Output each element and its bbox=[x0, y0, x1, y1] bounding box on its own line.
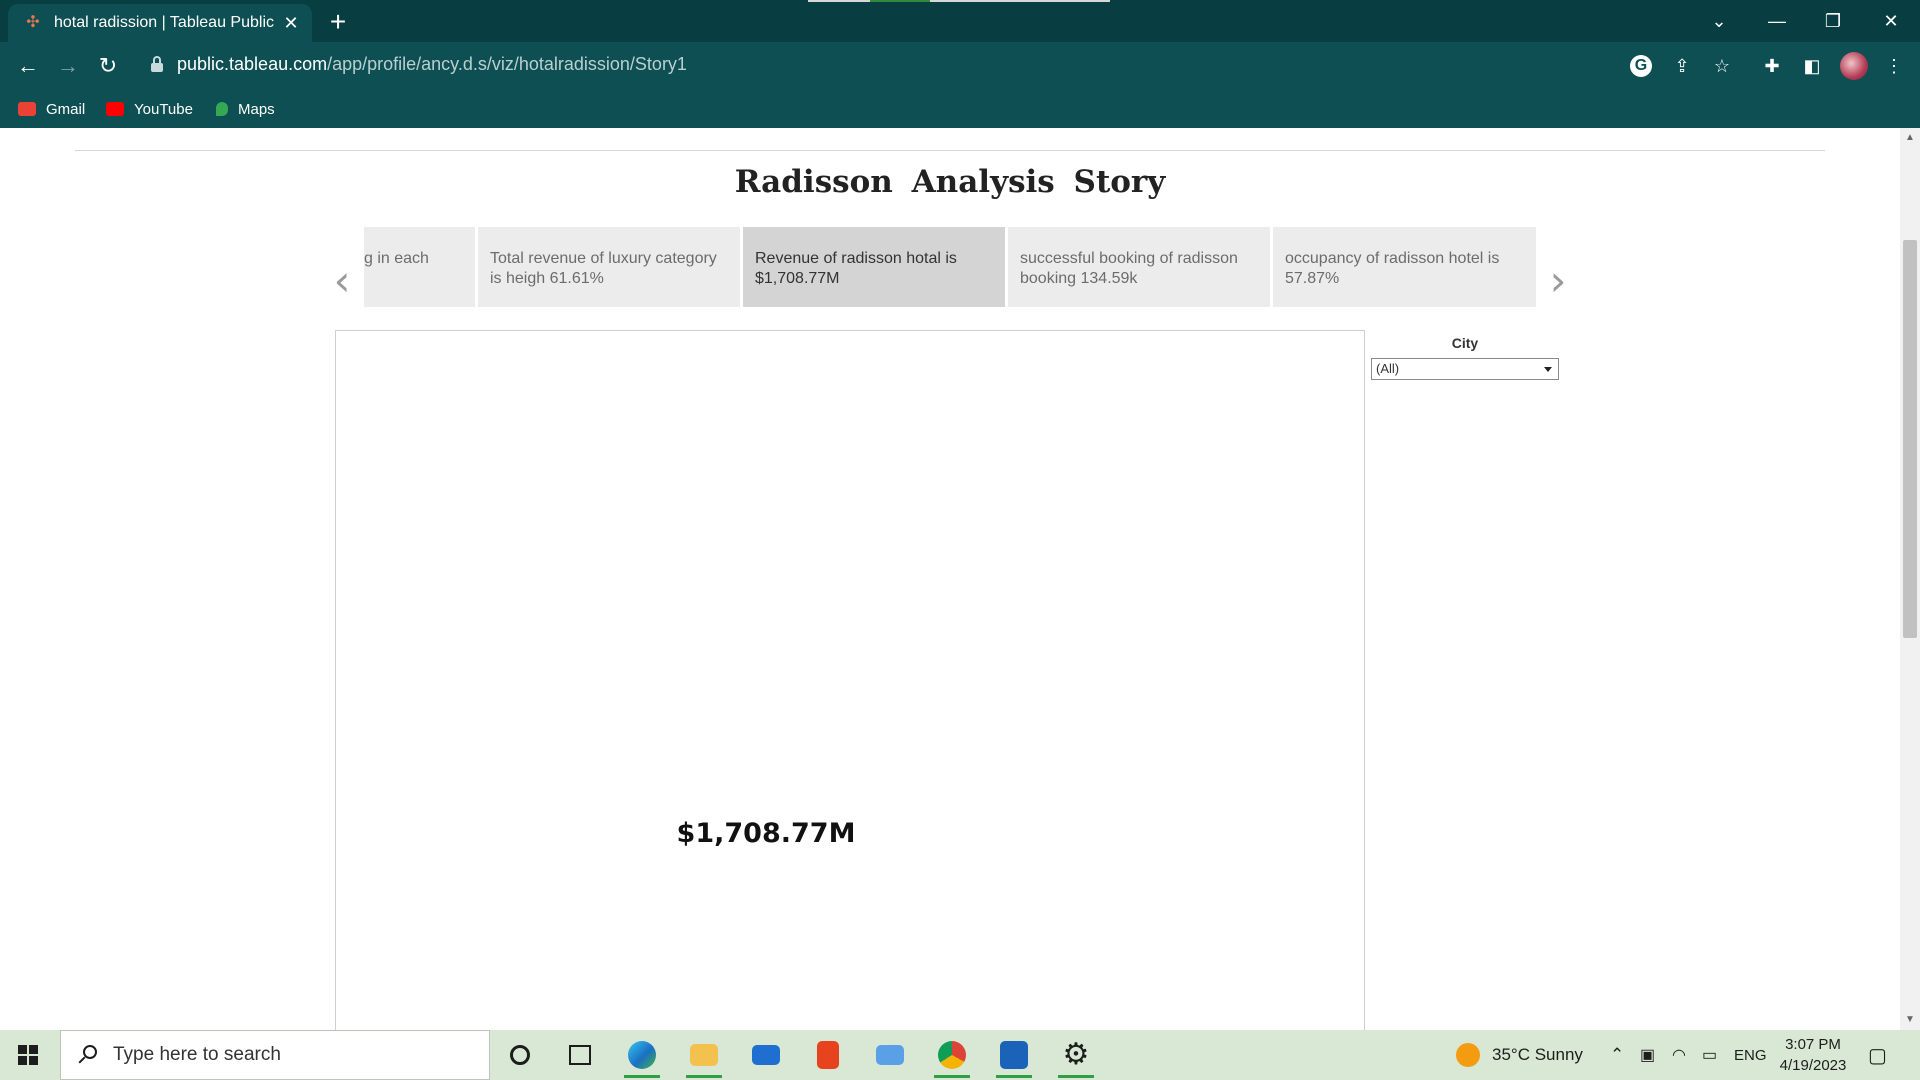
story-point[interactable]: Total revenue of luxury category is heig… bbox=[478, 227, 740, 307]
clock-time: 3:07 PM bbox=[1785, 1036, 1841, 1053]
revenue-kpi-value: $1,708.77M bbox=[676, 818, 856, 849]
profile-avatar[interactable] bbox=[1840, 52, 1868, 80]
close-tab-icon[interactable]: ✕ bbox=[280, 12, 302, 34]
story-point-active[interactable]: Revenue of radisson hotal is $1,708.77M bbox=[743, 227, 1005, 307]
city-filter-dropdown[interactable]: (All) bbox=[1371, 358, 1559, 380]
story-point[interactable]: g in each bbox=[364, 227, 475, 307]
taskbar-search-box[interactable]: Type here to search bbox=[60, 1030, 490, 1080]
story-title: Radisson Analysis Story bbox=[734, 164, 1166, 200]
url-text[interactable]: public.tableau.com/app/profile/ancy.d.s/… bbox=[177, 54, 687, 75]
back-arrow-icon[interactable]: ← bbox=[12, 50, 44, 82]
youtube-icon bbox=[106, 102, 124, 116]
battery-icon[interactable]: ▭ bbox=[1702, 1030, 1717, 1080]
search-icon bbox=[77, 1044, 99, 1066]
settings-gear-icon[interactable]: ⚙ bbox=[1052, 1035, 1100, 1078]
loading-indicator bbox=[808, 0, 1110, 2]
reload-icon[interactable]: ↻ bbox=[92, 50, 124, 82]
bookmarks-bar: Gmail YouTube Maps bbox=[0, 90, 1920, 128]
tab-title: hotal radission | Tableau Public bbox=[54, 14, 274, 31]
photos-icon[interactable] bbox=[990, 1035, 1038, 1078]
tab-search-chevron-icon[interactable]: ⌄ bbox=[1696, 0, 1742, 42]
story-points-navigator: g in each Total revenue of luxury catego… bbox=[364, 227, 1536, 307]
gmail-icon bbox=[18, 102, 36, 116]
maps-icon bbox=[216, 102, 228, 116]
scroll-up-arrow-icon[interactable]: ▲ bbox=[1900, 130, 1920, 146]
viz-frame: $1,708.77M bbox=[335, 330, 1365, 1030]
meet-now-icon[interactable]: ▣ bbox=[1640, 1030, 1655, 1080]
story-next-arrow[interactable]: › bbox=[1538, 243, 1578, 323]
new-tab-button[interactable]: + bbox=[324, 8, 352, 36]
header-divider bbox=[75, 150, 1825, 151]
story-prev-arrow[interactable]: ‹ bbox=[322, 243, 362, 323]
mail-icon[interactable] bbox=[742, 1035, 790, 1075]
search-placeholder: Type here to search bbox=[113, 1044, 281, 1065]
bookmark-label: Gmail bbox=[46, 100, 86, 118]
share-icon[interactable]: ⇪ bbox=[1668, 52, 1696, 80]
google-lens-icon[interactable]: G bbox=[1630, 55, 1652, 77]
browser-tab[interactable]: ✣ hotal radission | Tableau Public ✕ bbox=[8, 4, 312, 42]
wifi-icon[interactable]: ◠ bbox=[1672, 1030, 1686, 1080]
sun-icon bbox=[1456, 1043, 1480, 1067]
laptop-app-icon[interactable] bbox=[866, 1035, 914, 1075]
bookmark-maps[interactable]: Maps bbox=[216, 96, 275, 122]
dropdown-caret-icon bbox=[1544, 367, 1552, 372]
tableau-favicon-icon: ✣ bbox=[26, 14, 40, 31]
windows-taskbar: Type here to search ⚙ 35°C Sunny ⌃ ▣ ◠ ▭… bbox=[0, 1030, 1920, 1080]
bookmark-star-icon[interactable]: ☆ bbox=[1708, 52, 1736, 80]
task-view-icon[interactable] bbox=[556, 1035, 604, 1075]
windows-logo-icon bbox=[18, 1045, 38, 1065]
bookmark-label: YouTube bbox=[134, 100, 193, 118]
restore-button[interactable]: ❐ bbox=[1810, 0, 1856, 42]
city-filter-value: (All) bbox=[1376, 361, 1400, 376]
city-filter-label: City bbox=[1451, 335, 1479, 351]
scrollbar-thumb[interactable] bbox=[1903, 240, 1917, 638]
tray-overflow-chevron-icon[interactable]: ⌃ bbox=[1610, 1030, 1624, 1080]
office-icon[interactable] bbox=[804, 1035, 852, 1075]
system-clock[interactable]: 3:07 PM 4/19/2023 bbox=[1770, 1034, 1856, 1076]
bookmark-label: Maps bbox=[238, 100, 275, 118]
chrome-icon[interactable] bbox=[928, 1035, 976, 1078]
start-button[interactable] bbox=[0, 1030, 56, 1080]
url-path: /app/profile/ancy.d.s/viz/hotalradission… bbox=[327, 54, 687, 74]
clock-date: 4/19/2023 bbox=[1779, 1057, 1847, 1074]
story-point[interactable]: successful booking of radisson booking 1… bbox=[1008, 227, 1270, 307]
edge-icon[interactable] bbox=[618, 1035, 666, 1078]
url-host: public.tableau.com bbox=[177, 54, 328, 74]
language-indicator[interactable]: ENG bbox=[1734, 1030, 1767, 1080]
weather-text: 35°C Sunny bbox=[1492, 1045, 1583, 1064]
minimize-button[interactable]: — bbox=[1754, 0, 1800, 42]
tableau-story-page: Radisson Analysis Story ‹ g in each Tota… bbox=[0, 128, 1920, 1030]
weather-widget[interactable]: 35°C Sunny bbox=[1456, 1030, 1583, 1080]
close-window-button[interactable]: ✕ bbox=[1868, 0, 1914, 42]
chrome-menu-icon[interactable]: ⋮ bbox=[1880, 52, 1908, 80]
extensions-puzzle-icon[interactable]: ✚ bbox=[1758, 52, 1786, 80]
file-explorer-icon[interactable] bbox=[680, 1035, 728, 1078]
story-point[interactable]: occupancy of radisson hotel is 57.87% bbox=[1273, 227, 1536, 307]
side-panel-icon[interactable]: ◧ bbox=[1798, 52, 1826, 80]
browser-tab-strip: ✣ hotal radission | Tableau Public ✕ + ⌄… bbox=[0, 0, 1920, 42]
page-header-clipped bbox=[75, 128, 375, 136]
notifications-icon[interactable]: ▢ bbox=[1868, 1030, 1887, 1080]
lock-icon[interactable] bbox=[150, 56, 164, 74]
bookmark-youtube[interactable]: YouTube bbox=[106, 96, 193, 122]
forward-arrow-icon[interactable]: → bbox=[52, 50, 84, 82]
cortana-icon[interactable] bbox=[496, 1035, 544, 1075]
bookmark-gmail[interactable]: Gmail bbox=[18, 96, 85, 122]
scroll-down-arrow-icon[interactable]: ▼ bbox=[1900, 1012, 1920, 1028]
